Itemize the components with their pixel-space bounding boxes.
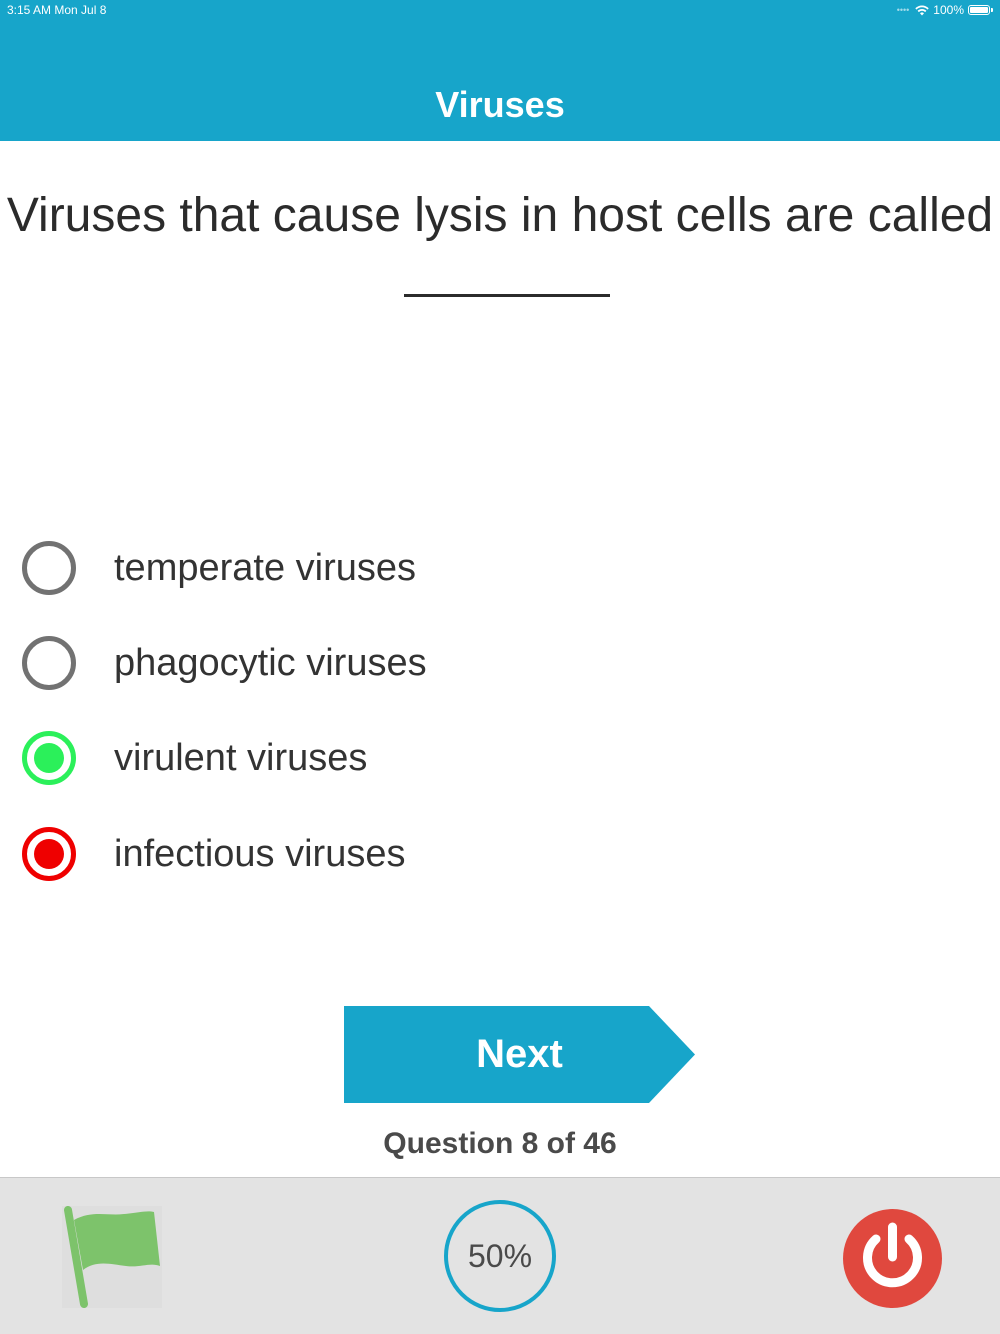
signal-icon: ••••: [896, 5, 910, 15]
battery-percent: 100%: [933, 3, 964, 17]
radio-button-incorrect[interactable]: [22, 827, 76, 881]
battery-icon: [968, 5, 993, 15]
option-phagocytic-viruses[interactable]: phagocytic viruses: [20, 630, 620, 696]
radio-button[interactable]: [22, 636, 76, 690]
radio-dot: [34, 839, 64, 869]
next-button-label: Next: [476, 1032, 563, 1076]
next-button[interactable]: Next: [344, 1006, 695, 1103]
wifi-icon: [915, 4, 929, 15]
radio-button-correct[interactable]: [22, 731, 76, 785]
bottom-toolbar: 50%: [0, 1177, 1000, 1334]
option-infectious-viruses[interactable]: infectious viruses: [20, 821, 620, 887]
quiz-screen: 3:15 AM Mon Jul 8 •••• 100% Viruses Viru…: [0, 0, 1000, 1334]
option-temperate-viruses[interactable]: temperate viruses: [20, 535, 620, 601]
power-icon: [843, 1209, 942, 1308]
flag-icon: [64, 1206, 160, 1308]
question-counter: Question 8 of 46: [383, 1127, 617, 1160]
flag-button[interactable]: [62, 1206, 162, 1308]
radio-dot: [34, 743, 64, 773]
status-time: 3:15 AM Mon Jul 8: [7, 3, 107, 17]
question-text: Viruses that cause lysis in host cells a…: [6, 189, 994, 242]
option-label: phagocytic viruses: [114, 641, 427, 684]
status-indicators: •••• 100%: [896, 3, 993, 17]
score-percent: 50%: [444, 1200, 556, 1312]
option-label: infectious viruses: [114, 832, 406, 875]
option-virulent-viruses[interactable]: virulent viruses: [20, 725, 620, 791]
option-label: virulent viruses: [114, 736, 368, 779]
quit-button[interactable]: [843, 1209, 942, 1308]
option-label: temperate viruses: [114, 546, 417, 589]
answer-blank: [404, 294, 610, 297]
page-title: Viruses: [435, 84, 565, 125]
header-bar: 3:15 AM Mon Jul 8 •••• 100% Viruses: [0, 0, 1000, 141]
radio-button[interactable]: [22, 541, 76, 595]
